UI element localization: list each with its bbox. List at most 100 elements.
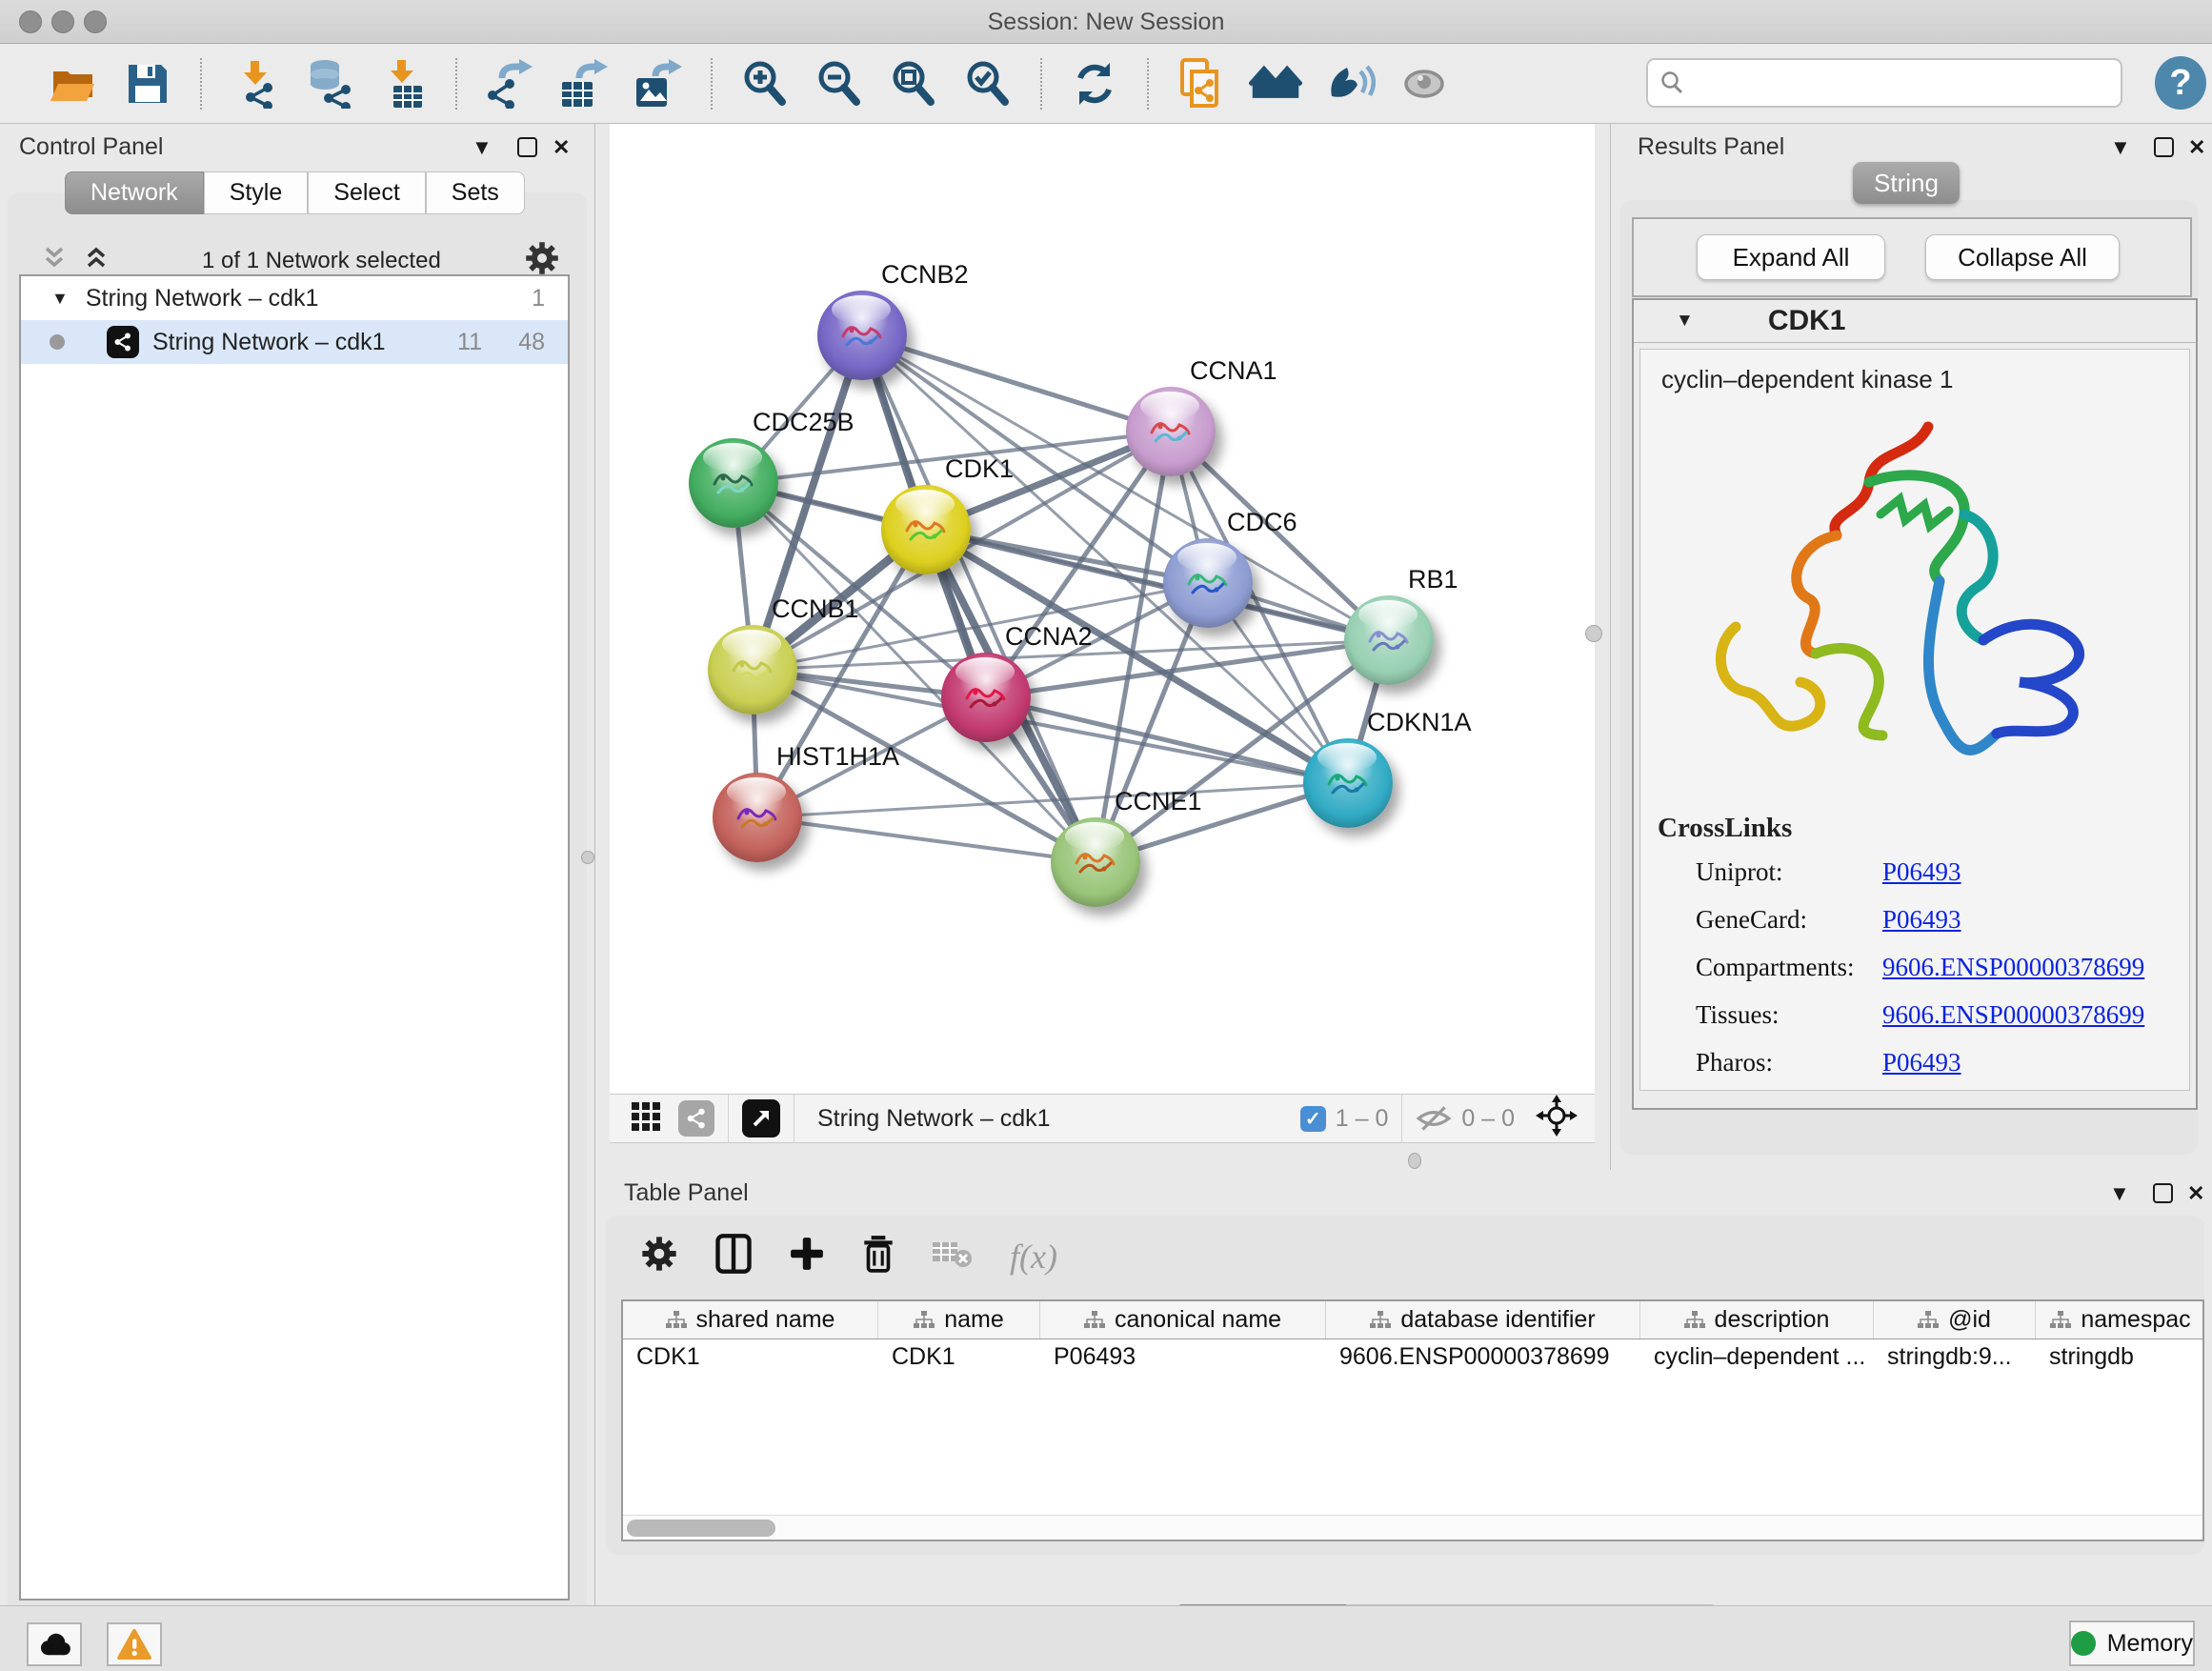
crosslink-link[interactable]: 9606.ENSP00000378699 bbox=[1882, 953, 2144, 982]
toolbar-separator bbox=[455, 58, 457, 110]
zoom-out-icon bbox=[814, 59, 864, 109]
tab-sets[interactable]: Sets bbox=[426, 171, 525, 214]
import-table-button[interactable] bbox=[376, 57, 430, 111]
table-cell[interactable]: P06493 bbox=[1040, 1339, 1326, 1378]
gene-expander-icon[interactable]: ▼ bbox=[1676, 311, 1694, 332]
delete-column-button[interactable] bbox=[861, 1234, 895, 1278]
horizontal-scrollbar[interactable] bbox=[623, 1515, 2202, 1540]
import-network-file-button[interactable] bbox=[228, 57, 281, 111]
column-header-namespac[interactable]: namespac bbox=[2036, 1301, 2204, 1339]
panel-menu-icon[interactable]: ▼ bbox=[2109, 1181, 2130, 1206]
expand-all-networks-button[interactable] bbox=[82, 247, 111, 276]
scrollbar-thumb[interactable] bbox=[627, 1520, 775, 1537]
zoom-in-button[interactable] bbox=[738, 57, 792, 111]
table-cell[interactable]: cyclin–dependent ... bbox=[1640, 1339, 1874, 1378]
network-node-cdk1[interactable] bbox=[881, 485, 971, 574]
network-canvas[interactable]: CCNB2 CCNA1 CDC25B CDK1 CDC6 RB1 CCNB1 C… bbox=[610, 124, 1595, 1094]
panel-menu-icon[interactable]: ▼ bbox=[2110, 135, 2131, 160]
column-header--id[interactable]: @id bbox=[1874, 1301, 2036, 1339]
tab-style[interactable]: Style bbox=[204, 171, 309, 214]
table-cell[interactable]: 9606.ENSP00000378699 bbox=[1326, 1339, 1640, 1378]
network-node-cdc6[interactable] bbox=[1163, 538, 1253, 628]
warnings-button[interactable] bbox=[107, 1622, 162, 1666]
export-image-button[interactable] bbox=[632, 57, 685, 111]
left-splitter-handle[interactable] bbox=[581, 851, 594, 864]
table-row[interactable]: CDK1CDK1P064939606.ENSP00000378699cyclin… bbox=[623, 1339, 2202, 1378]
collapse-all-button[interactable]: Collapse All bbox=[1925, 234, 2120, 280]
eye-button[interactable] bbox=[1398, 57, 1451, 111]
detach-view-button[interactable] bbox=[742, 1099, 780, 1137]
graphics-details-button[interactable] bbox=[1323, 57, 1377, 111]
external-arrow-icon bbox=[750, 1107, 773, 1130]
open-session-button[interactable] bbox=[47, 57, 100, 111]
bottom-splitter-handle[interactable] bbox=[1408, 1153, 1421, 1169]
zoom-selected-button[interactable] bbox=[961, 57, 1015, 111]
network-row[interactable]: String Network – cdk1 11 48 bbox=[21, 320, 568, 364]
tab-string[interactable]: String bbox=[1853, 162, 1960, 204]
network-node-ccna1[interactable] bbox=[1126, 387, 1216, 476]
string-app-button[interactable] bbox=[1175, 57, 1228, 111]
float-panel-icon[interactable] bbox=[517, 137, 537, 157]
column-header-database-identifier[interactable]: database identifier bbox=[1326, 1301, 1640, 1339]
gene-header[interactable]: ▼ CDK1 bbox=[1634, 300, 2196, 343]
birds-eye-view-button[interactable] bbox=[1536, 1095, 1578, 1143]
show-columns-button[interactable] bbox=[714, 1233, 753, 1279]
network-view-mode-button[interactable] bbox=[678, 1100, 714, 1137]
network-node-ccnb1[interactable] bbox=[708, 625, 797, 715]
table-cell[interactable]: CDK1 bbox=[623, 1339, 878, 1378]
table-cell[interactable]: stringdb bbox=[2036, 1339, 2204, 1378]
selected-checkbox-icon[interactable]: ✓ bbox=[1300, 1106, 1326, 1132]
column-header-shared-name[interactable]: shared name bbox=[623, 1301, 878, 1339]
zoom-out-button[interactable] bbox=[813, 57, 866, 111]
column-type-icon bbox=[666, 1311, 687, 1330]
crosslink-link[interactable]: 9606.ENSP00000378699 bbox=[1882, 1000, 2144, 1030]
zoom-fit-button[interactable] bbox=[887, 57, 940, 111]
refresh-button[interactable] bbox=[1068, 57, 1121, 111]
network-node-cdkn1a[interactable] bbox=[1303, 738, 1393, 828]
table-options-button[interactable] bbox=[640, 1235, 678, 1278]
column-header-description[interactable]: description bbox=[1640, 1301, 1874, 1339]
network-node-ccne1[interactable] bbox=[1051, 817, 1140, 907]
right-splitter-handle[interactable] bbox=[1585, 625, 1602, 642]
column-header-canonical-name[interactable]: canonical name bbox=[1040, 1301, 1326, 1339]
tab-select[interactable]: Select bbox=[308, 171, 425, 214]
float-panel-icon[interactable] bbox=[2154, 137, 2174, 157]
add-column-button[interactable] bbox=[789, 1236, 825, 1277]
collapse-all-networks-button[interactable] bbox=[40, 247, 69, 276]
network-collection-row[interactable]: ▼ String Network – cdk1 1 bbox=[21, 276, 568, 320]
import-network-database-button[interactable] bbox=[302, 57, 355, 111]
protein-motif-icon bbox=[1184, 563, 1232, 603]
memory-button[interactable]: Memory bbox=[2069, 1621, 2195, 1666]
grid-view-button[interactable] bbox=[631, 1101, 661, 1137]
node-table: shared namenamecanonical namedatabase id… bbox=[621, 1299, 2204, 1541]
close-panel-icon[interactable]: ✕ bbox=[553, 135, 570, 160]
help-button[interactable]: ? bbox=[2155, 56, 2206, 110]
network-edge[interactable] bbox=[862, 335, 1171, 432]
network-node-rb1[interactable] bbox=[1344, 595, 1434, 685]
export-table-button[interactable] bbox=[557, 57, 611, 111]
table-cell[interactable]: stringdb:9... bbox=[1874, 1339, 2036, 1378]
float-panel-icon[interactable] bbox=[2153, 1183, 2173, 1203]
export-network-button[interactable] bbox=[483, 57, 536, 111]
crosslink-link[interactable]: P06493 bbox=[1882, 1048, 1961, 1077]
network-node-ccnb2[interactable] bbox=[817, 291, 907, 380]
network-edge[interactable] bbox=[757, 817, 1096, 862]
close-panel-icon[interactable]: ✕ bbox=[2187, 1181, 2204, 1206]
panel-menu-icon[interactable]: ▼ bbox=[472, 135, 493, 160]
table-cell[interactable]: CDK1 bbox=[878, 1339, 1040, 1378]
homes-button[interactable] bbox=[1249, 57, 1302, 111]
save-session-button[interactable] bbox=[121, 57, 174, 111]
cloud-status-button[interactable] bbox=[27, 1622, 82, 1666]
crosslink-link[interactable]: P06493 bbox=[1882, 857, 1961, 887]
network-node-hist1h1a[interactable] bbox=[713, 773, 802, 862]
column-header-name[interactable]: name bbox=[878, 1301, 1040, 1339]
collection-expander-icon[interactable]: ▼ bbox=[51, 289, 69, 309]
search-input[interactable] bbox=[1694, 69, 2121, 97]
crosslink-link[interactable]: P06493 bbox=[1882, 905, 1961, 935]
network-node-cdc25b[interactable] bbox=[689, 438, 778, 528]
network-node-ccna2[interactable] bbox=[941, 653, 1031, 742]
tab-network[interactable]: Network bbox=[65, 171, 204, 214]
close-panel-icon[interactable]: ✕ bbox=[2188, 135, 2205, 160]
network-edge[interactable] bbox=[862, 335, 1096, 862]
expand-all-button[interactable]: Expand All bbox=[1697, 234, 1885, 280]
